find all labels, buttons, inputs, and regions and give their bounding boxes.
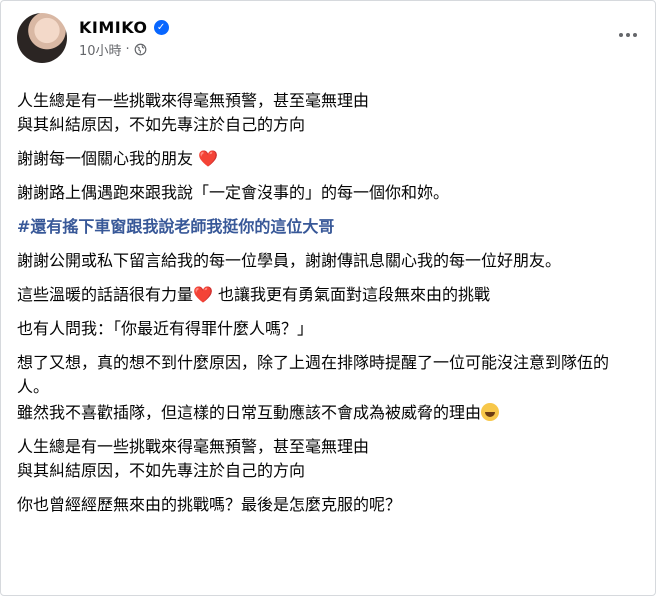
text-line: 與其糾結原因，不如先專注於自己的方向	[17, 115, 306, 134]
more-dot	[626, 33, 630, 37]
paragraph-6: 也有人問我：「你最近有得罪什麼人嗎？」	[17, 319, 314, 338]
text-line: 人生總是有一些挑戰來得毫無預警，甚至毫無理由	[17, 437, 370, 456]
author-name[interactable]: KIMIKO	[79, 18, 148, 37]
heart-emoji: ❤️	[198, 149, 219, 168]
text-line: 人生總是有一些挑戰來得毫無預警，甚至毫無理由	[17, 91, 370, 110]
globe-icon	[134, 43, 147, 55]
sweat-smile-emoji	[481, 403, 500, 421]
post-card: KIMIKO ✓ 10小時 · 人生總是有一些挑戰來得毫無預警，甚至毫無理由 與…	[0, 0, 656, 596]
paragraph-10: 你也曾經經歷無來由的挑戰嗎？最後是怎麼克服的呢？	[17, 495, 402, 514]
post-meta: KIMIKO ✓ 10小時 ·	[79, 18, 169, 59]
verified-badge-icon: ✓	[153, 19, 169, 35]
more-dot	[633, 33, 637, 37]
author-row: KIMIKO ✓	[79, 18, 169, 37]
text-segment: 雖然我不喜歡插隊，但這樣的日常互動應該不會成為被威脅的理由	[17, 403, 482, 422]
paragraph-5: 這些溫暖的話語很有力量❤️ 也讓我更有勇氣面對這段無來由的挑戰	[17, 283, 637, 307]
separator-dot: ·	[125, 41, 130, 57]
text-segment: 也讓我更有勇氣面對這段無來由的挑戰	[218, 285, 491, 304]
paragraph-8: 雖然我不喜歡插隊，但這樣的日常互動應該不會成為被威脅的理由	[17, 401, 637, 425]
heart-emoji: ❤️	[193, 285, 213, 304]
text-segment: 這些溫暖的話語很有力量	[17, 285, 194, 304]
paragraph-9: 人生總是有一些挑戰來得毫無預警，甚至毫無理由 與其糾結原因，不如先專注於自己的方…	[17, 435, 637, 483]
post-body: 人生總是有一些挑戰來得毫無預警，甚至毫無理由 與其糾結原因，不如先專注於自己的方…	[17, 89, 637, 527]
paragraph-1: 人生總是有一些挑戰來得毫無預警，甚至毫無理由 與其糾結原因，不如先專注於自己的方…	[17, 89, 637, 137]
text-line: 與其糾結原因，不如先專注於自己的方向	[17, 461, 306, 480]
paragraph-2: 謝謝每一個關心我的朋友 ❤️	[17, 147, 637, 171]
paragraph-3: 謝謝路上偶遇跑來跟我說「一定會沒事的」的每一個你和妳。	[17, 183, 450, 202]
more-options-icon[interactable]	[619, 33, 637, 37]
post-subline: 10小時 ·	[79, 40, 169, 59]
paragraph-4: 謝謝公開或私下留言給我的每一位學員，謝謝傳訊息關心我的每一位好朋友。	[17, 251, 562, 270]
post-header: KIMIKO ✓ 10小時 ·	[17, 13, 169, 63]
paragraph-7: 想了又想，真的想不到什麼原因，除了上週在排隊時提醒了一位可能沒注意到隊伍的人。	[17, 353, 610, 396]
hashtag-link[interactable]: #還有搖下車窗跟我說老師我挺你的這位大哥	[17, 217, 334, 236]
more-dot	[619, 33, 623, 37]
text-line: 謝謝每一個關心我的朋友	[17, 149, 194, 168]
post-timestamp[interactable]: 10小時	[79, 40, 122, 59]
avatar[interactable]	[17, 13, 67, 63]
hashtag-line: #還有搖下車窗跟我說老師我挺你的這位大哥	[17, 215, 637, 239]
